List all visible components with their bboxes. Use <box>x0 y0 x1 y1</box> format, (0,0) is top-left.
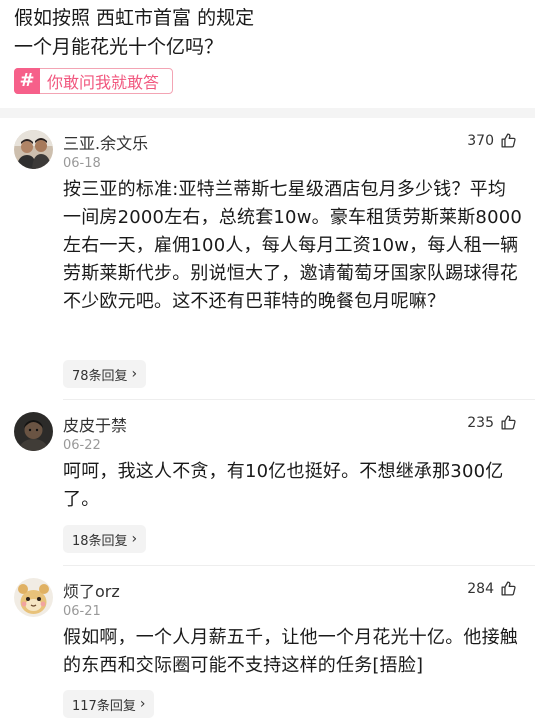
comment-item: 皮皮于禁 06-22 235 呵呵，我这人不贪，有10亿也挺好。不想继承那300… <box>0 400 535 566</box>
comment-author[interactable]: 皮皮于禁 <box>63 412 127 436</box>
thumbs-up-icon <box>500 132 517 149</box>
comment-text: 假如啊，一个人月薪五千，让他一个月花光十亿。他接触的东西和交际圈可能不支持这样的… <box>63 627 518 676</box>
comment-date: 06-18 <box>63 156 101 171</box>
comment-text: 按三亚的标准:亚特兰蒂斯七星级酒店包月多少钱？平均一间房2000左右，总统套10… <box>63 179 523 312</box>
post-header: 假如按照 西虹市首富 的规定 一个月能花光十个亿吗？ # 你敢问我就敢答 <box>0 0 535 108</box>
like-button[interactable]: 370 <box>467 132 517 149</box>
like-count: 370 <box>467 132 494 149</box>
thumbs-up-icon <box>500 414 517 431</box>
chevron-right-icon: › <box>131 366 138 382</box>
topic-tag-label: 你敢问我就敢答 <box>47 73 160 92</box>
replies-count: 18条回复 <box>72 533 128 549</box>
post-title-line-1: 假如按照 西虹市首富 的规定 <box>14 7 255 29</box>
like-button[interactable]: 235 <box>467 414 517 431</box>
chevron-right-icon: › <box>139 696 146 712</box>
replies-count: 78条回复 <box>72 368 128 384</box>
section-divider <box>0 108 535 118</box>
comment-item: 三亚.余文乐 06-18 370 按三亚的标准:亚特兰蒂斯七星级酒店包月多少钱？… <box>0 118 535 400</box>
hashtag-icon: # <box>14 67 40 94</box>
comment-text: 呵呵，我这人不贪，有10亿也挺好。不想继承那300亿了。 <box>63 461 504 510</box>
comment-date: 06-22 <box>63 438 101 453</box>
chevron-right-icon: › <box>131 531 138 547</box>
comment-date: 06-21 <box>63 604 101 619</box>
comment-author[interactable]: 三亚.余文乐 <box>63 130 148 154</box>
two-men-photo-avatar-icon[interactable] <box>14 130 53 169</box>
thumbs-up-icon <box>500 580 517 597</box>
replies-count: 117条回复 <box>72 698 136 714</box>
topic-tag[interactable]: # 你敢问我就敢答 <box>14 67 173 94</box>
like-count: 284 <box>467 580 494 597</box>
plush-toy-avatar-icon[interactable] <box>14 578 53 617</box>
comment-item: 烦了orz 06-21 284 假如啊，一个人月薪五千，让他一个月花光十亿。他接… <box>0 566 535 719</box>
post-title-line-2: 一个月能花光十个亿吗？ <box>14 36 224 58</box>
dark-portrait-avatar-icon[interactable] <box>14 412 53 451</box>
like-count: 235 <box>467 414 494 431</box>
view-replies-button[interactable]: 18条回复 › <box>63 525 147 553</box>
comment-author[interactable]: 烦了orz <box>63 578 120 602</box>
view-replies-button[interactable]: 117条回复 › <box>63 690 155 718</box>
view-replies-button[interactable]: 78条回复 › <box>63 360 147 388</box>
like-button[interactable]: 284 <box>467 580 517 597</box>
